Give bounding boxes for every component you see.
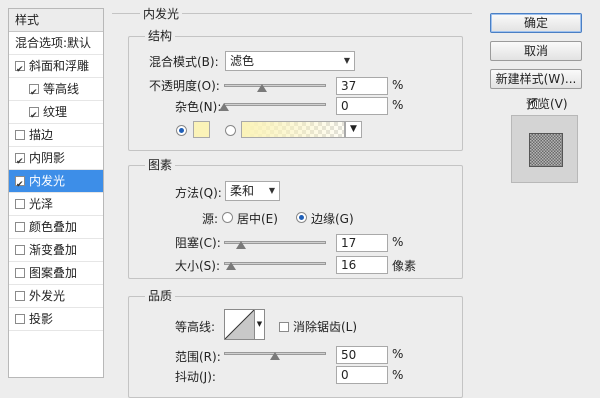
style-item[interactable]: 外发光 (9, 285, 103, 308)
technique-label: 方法(Q): (175, 186, 222, 200)
blend-options-item[interactable]: 混合选项:默认 (9, 32, 103, 55)
blend-mode-dropdown[interactable]: 滤色 ▼ (225, 51, 355, 71)
gradient-picker-arrow[interactable]: ▼ (345, 121, 362, 138)
elements-title: 图素 (145, 156, 176, 173)
choke-input[interactable]: 17 (336, 234, 388, 252)
structure-title: 结构 (145, 27, 176, 44)
style-item-checkbox[interactable] (15, 268, 25, 278)
style-item-checkbox[interactable] (15, 59, 25, 81)
choke-unit: % (392, 235, 404, 249)
style-item-checkbox[interactable] (15, 245, 25, 255)
style-item-label: 渐变叠加 (29, 243, 78, 257)
styles-list: 样式 混合选项:默认 斜面和浮雕等高线纹理描边内阴影内发光光泽颜色叠加渐变叠加图… (8, 8, 104, 378)
opacity-input[interactable]: 37 (336, 77, 388, 95)
size-label: 大小(S): (175, 259, 221, 273)
range-input[interactable]: 50 (336, 346, 388, 364)
styles-list-header[interactable]: 样式 (9, 9, 103, 32)
color-radio[interactable] (176, 125, 187, 136)
source-center-radio[interactable] (222, 212, 233, 223)
glow-color-swatch[interactable] (193, 121, 210, 138)
noise-slider-thumb[interactable] (219, 103, 229, 111)
style-item[interactable]: 光泽 (9, 193, 103, 216)
noise-slider[interactable] (224, 103, 326, 106)
style-item[interactable]: 内发光 (9, 170, 103, 196)
size-input[interactable]: 16 (336, 256, 388, 274)
style-item-checkbox[interactable] (29, 105, 39, 127)
style-item-checkbox[interactable] (15, 222, 25, 232)
contour-picker[interactable] (224, 309, 255, 340)
new-style-button[interactable]: 新建样式(W)... (490, 69, 582, 89)
opacity-slider-thumb[interactable] (256, 84, 267, 92)
contour-curve-icon (224, 309, 255, 340)
style-item-checkbox[interactable] (29, 82, 39, 104)
range-label: 范围(R): (175, 350, 221, 364)
choke-slider-thumb[interactable] (236, 241, 247, 249)
contour-label: 等高线: (175, 320, 216, 334)
opacity-unit: % (392, 78, 404, 92)
style-item-checkbox[interactable] (15, 151, 25, 173)
style-item[interactable]: 颜色叠加 (9, 216, 103, 239)
range-unit: % (392, 347, 404, 361)
noise-label: 杂色(N): (175, 100, 222, 114)
gradient-radio[interactable] (225, 125, 236, 136)
style-item-label: 内发光 (29, 174, 66, 188)
blend-mode-label: 混合模式(B): (149, 55, 219, 69)
preview-label[interactable]: 预览(V) (526, 95, 568, 112)
style-item-checkbox[interactable] (15, 291, 25, 301)
antialias-label[interactable]: 消除锯齿(L) (293, 318, 357, 335)
style-item-label: 光泽 (29, 197, 54, 211)
source-center-label[interactable]: 居中(E) (237, 210, 278, 227)
contour-dropdown-arrow[interactable]: ▼ (255, 309, 265, 340)
preview-thumbnail (511, 115, 578, 183)
style-item-label: 描边 (29, 128, 54, 142)
choke-label: 阻塞(C): (175, 236, 221, 250)
cancel-button[interactable]: 取消 (490, 41, 582, 61)
style-item[interactable]: 渐变叠加 (9, 239, 103, 262)
style-item-label: 颜色叠加 (29, 220, 78, 234)
noise-input[interactable]: 0 (336, 97, 388, 115)
size-slider-thumb[interactable] (225, 262, 236, 270)
jitter-unit: % (392, 368, 404, 382)
style-item-label: 外发光 (29, 289, 66, 303)
opacity-label: 不透明度(O): (149, 79, 220, 93)
style-item[interactable]: 内阴影 (9, 147, 103, 173)
style-item[interactable]: 斜面和浮雕 (9, 55, 103, 81)
style-item-label: 纹理 (43, 105, 68, 119)
style-item-label: 等高线 (43, 82, 80, 96)
jitter-input[interactable]: 0 (336, 366, 388, 384)
noise-unit: % (392, 98, 404, 112)
source-label: 源: (202, 212, 219, 226)
style-item-label: 投影 (29, 312, 54, 326)
technique-value: 柔和 (230, 184, 255, 198)
chevron-down-icon: ▼ (268, 186, 275, 195)
size-slider[interactable] (224, 262, 326, 265)
jitter-label: 抖动(J): (175, 370, 216, 384)
style-item-label: 斜面和浮雕 (29, 59, 90, 73)
size-unit: 像素 (392, 259, 417, 273)
ok-button[interactable]: 确定 (490, 13, 582, 33)
technique-dropdown[interactable]: 柔和 ▼ (225, 181, 280, 201)
panel-title: 内发光 (140, 5, 183, 22)
opacity-slider[interactable] (224, 84, 326, 87)
source-edge-radio[interactable] (296, 212, 307, 223)
antialias-checkbox[interactable] (279, 322, 289, 332)
style-item-checkbox[interactable] (15, 130, 25, 140)
preview-swatch-icon (529, 133, 563, 167)
style-item-label: 内阴影 (29, 151, 66, 165)
style-item-checkbox[interactable] (15, 174, 25, 196)
chevron-down-icon: ▼ (343, 56, 350, 65)
source-edge-label[interactable]: 边缘(G) (311, 210, 354, 227)
blend-mode-value: 滤色 (230, 54, 255, 68)
style-item[interactable]: 投影 (9, 308, 103, 331)
quality-title: 品质 (145, 287, 176, 304)
style-item[interactable]: 等高线 (9, 78, 103, 104)
gradient-swatch[interactable] (241, 121, 345, 138)
style-item[interactable]: 图案叠加 (9, 262, 103, 285)
style-item[interactable]: 纹理 (9, 101, 103, 127)
style-item-checkbox[interactable] (15, 199, 25, 209)
style-item[interactable]: 描边 (9, 124, 103, 147)
style-item-label: 图案叠加 (29, 266, 78, 280)
style-item-checkbox[interactable] (15, 314, 25, 324)
range-slider-thumb[interactable] (270, 352, 280, 360)
